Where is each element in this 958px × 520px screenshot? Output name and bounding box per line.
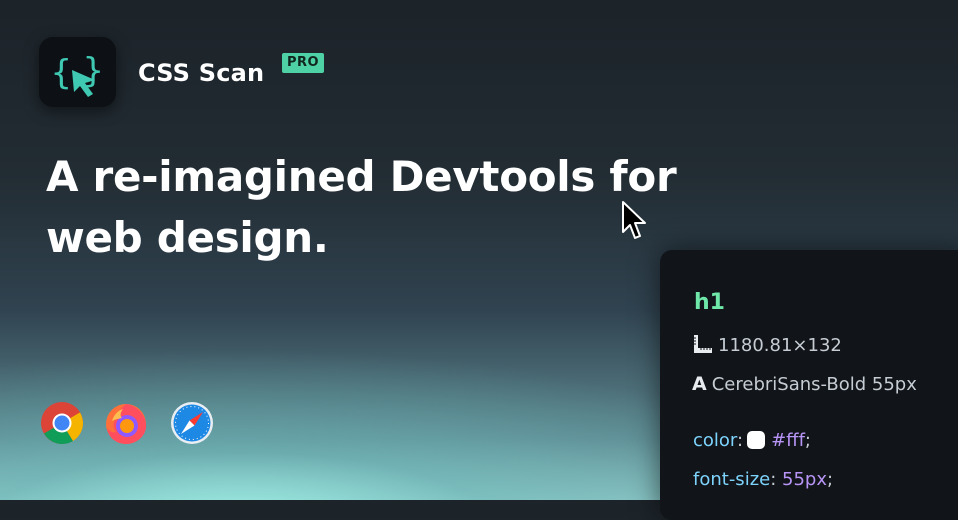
app-logo: { } [39,37,116,107]
property-value: 55px [782,469,827,490]
svg-text:{: { [51,53,71,93]
mouse-pointer-icon [622,201,646,239]
font-row: A CerebriSans-Bold 55px [692,373,917,395]
app-name: CSS Scan [138,59,265,87]
firefox-icon[interactable] [104,401,148,445]
property-name: font-size [693,469,771,490]
font-icon: A [692,373,707,395]
css-property-font-size: font-size: 55px; [693,469,834,490]
page-headline: A re-imagined Devtools for web design. [46,152,677,262]
inspector-panel: h1 1180.81×132 A CerebriSans-Bold 55px co… [660,250,958,520]
color-swatch [747,431,766,449]
pro-badge: PRO [282,53,325,73]
chrome-icon[interactable] [40,401,84,445]
property-name: color [693,430,738,451]
font-info: CerebriSans-Bold 55px [711,374,917,395]
css-property-color: color: #fff; [693,430,811,451]
safari-icon[interactable] [170,401,214,445]
dimensions-row: 1180.81×132 [692,334,842,356]
property-value: #fff [771,430,805,451]
braces-cursor-icon: { } [51,51,103,97]
element-dimensions: 1180.81×132 [718,335,842,356]
element-tag: h1 [694,290,725,315]
ruler-icon [694,335,712,353]
